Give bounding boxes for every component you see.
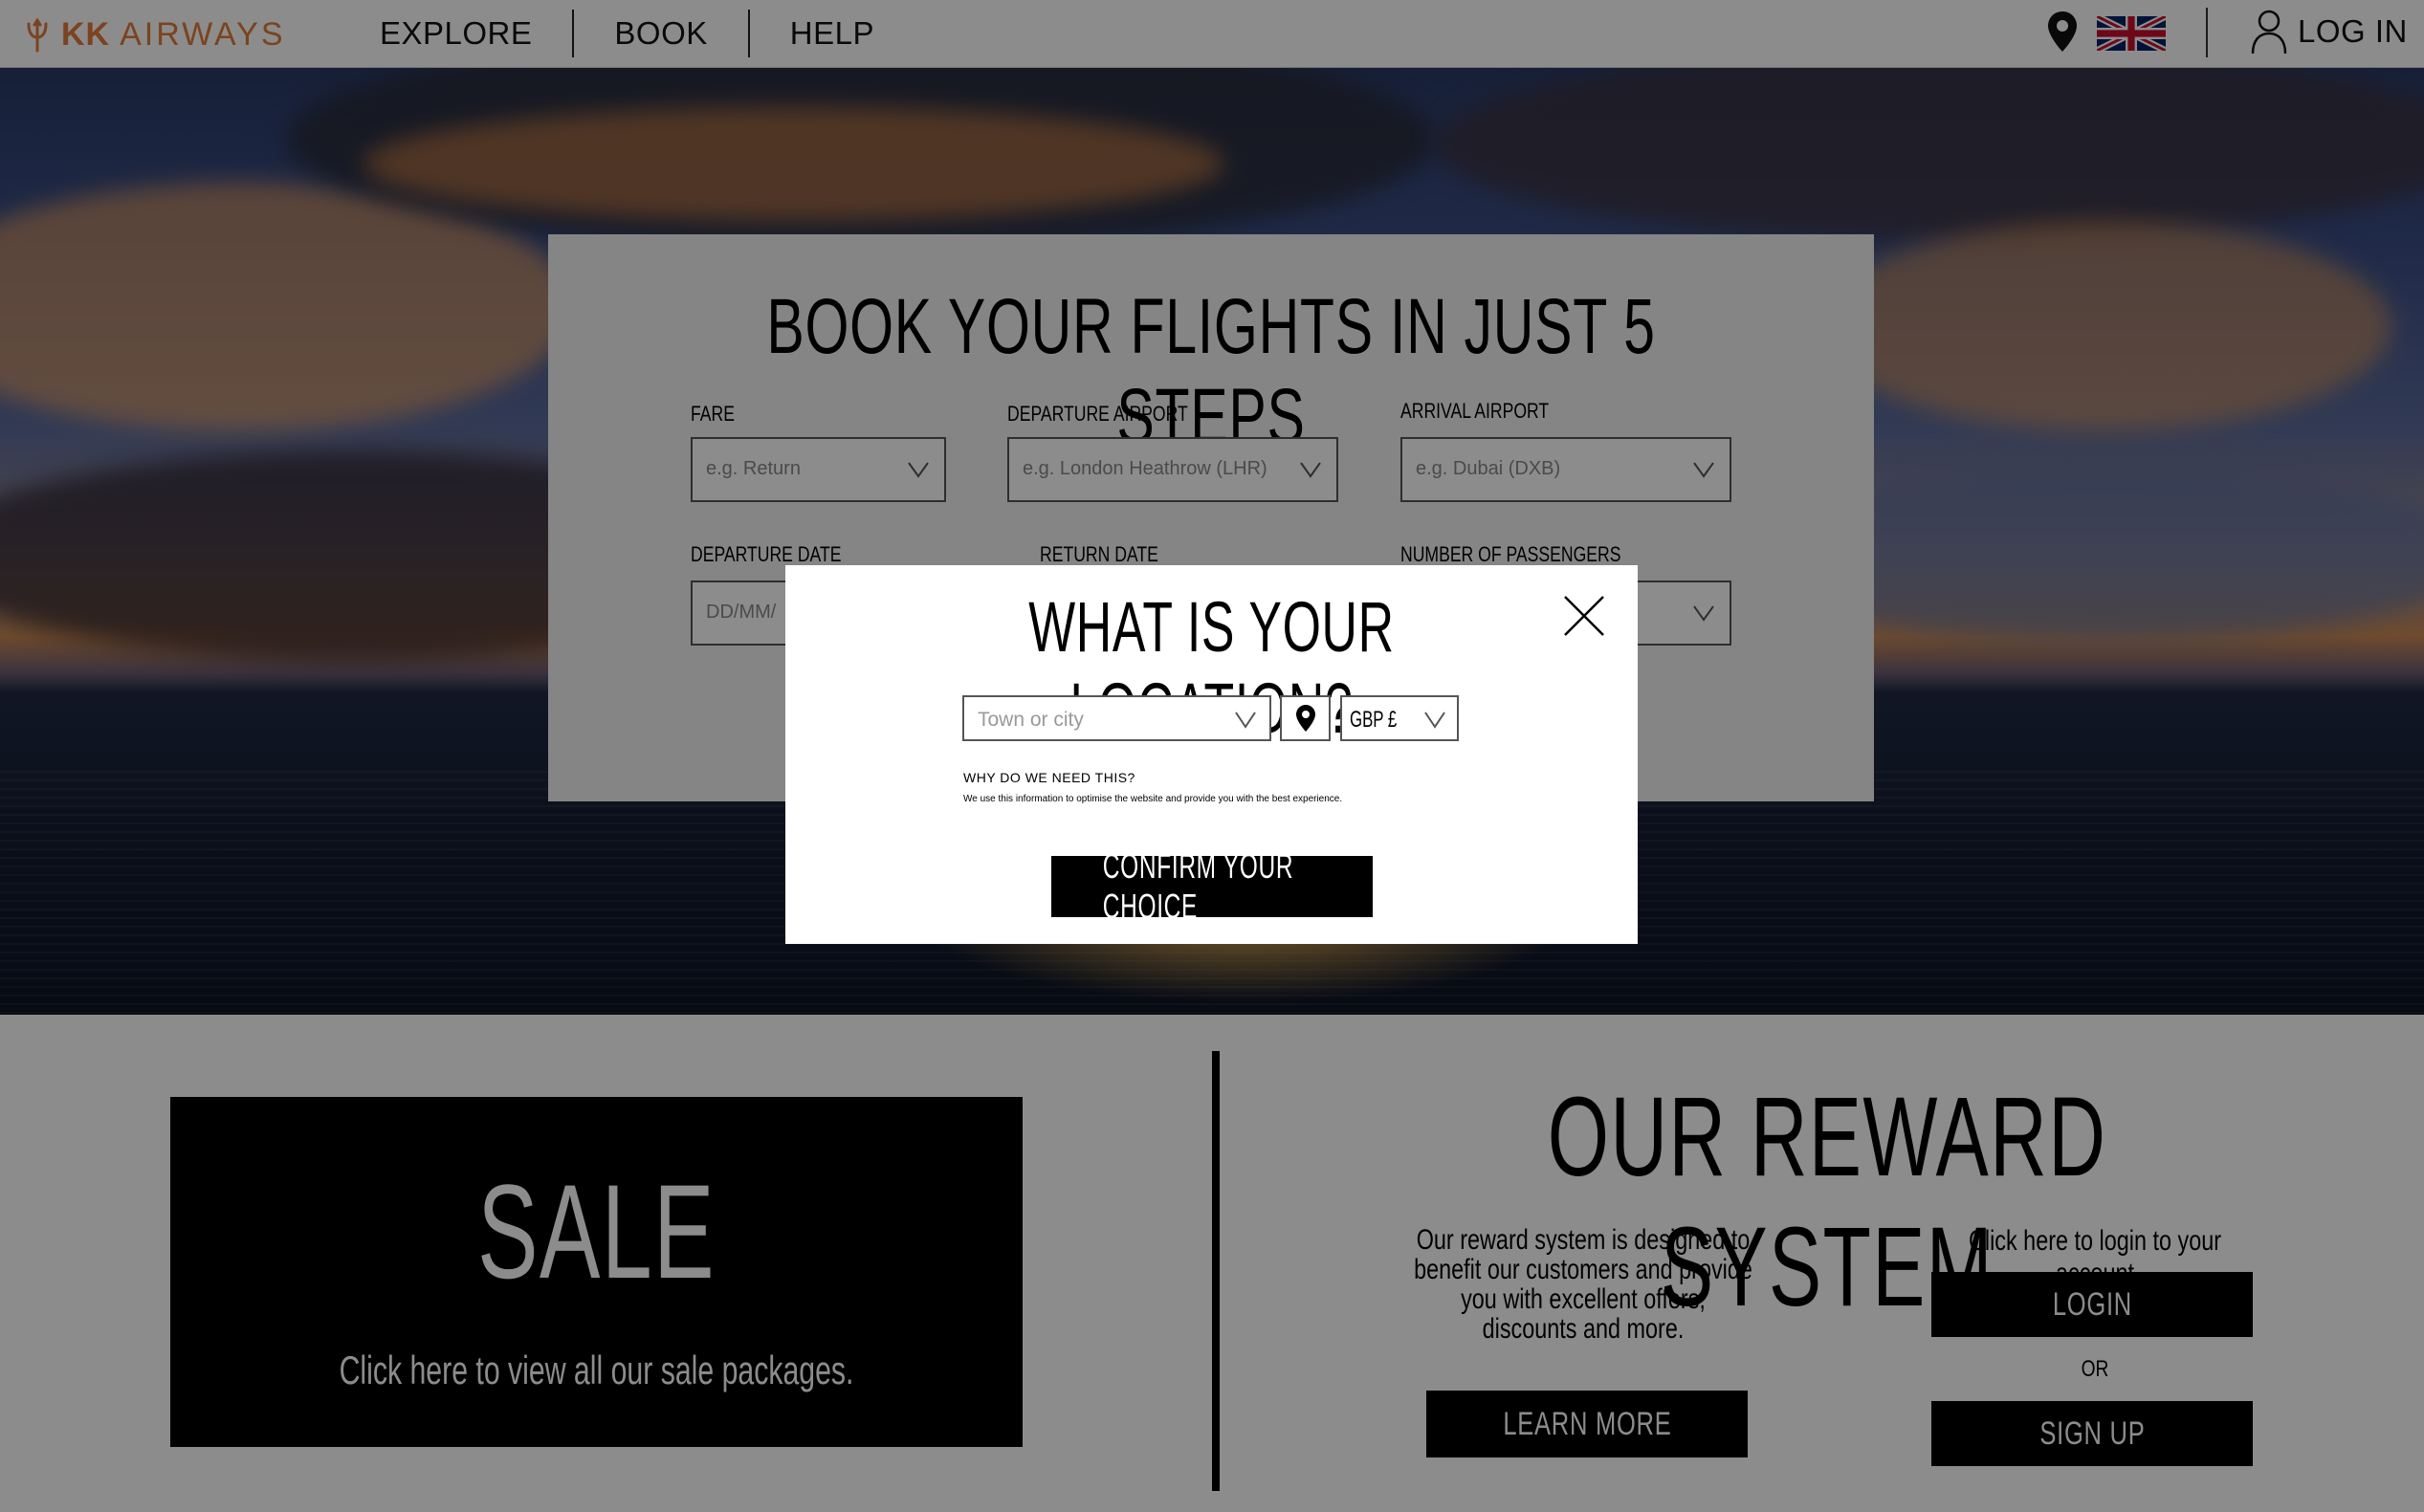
signup-label: SIGN UP	[2038, 1414, 2146, 1452]
use-location-button[interactable]	[1280, 695, 1331, 741]
learn-more-button[interactable]: LEARN MORE	[1426, 1391, 1748, 1457]
city-select[interactable]: Town or city	[962, 695, 1271, 741]
city-placeholder: Town or city	[978, 709, 1084, 731]
return-date-label: RETURN DATE	[1040, 542, 1158, 566]
fare-select[interactable]: e.g. Return	[691, 437, 946, 502]
site-header: KK AIRWAYS EXPLORE BOOK HELP LOG IN	[0, 0, 2424, 68]
confirm-button[interactable]: CONFIRM YOUR CHOICE	[1051, 846, 1373, 926]
nav-explore[interactable]: EXPLORE	[340, 10, 572, 57]
chevron-down-icon	[908, 462, 929, 478]
chevron-down-icon	[1300, 462, 1321, 478]
departure-date-placeholder: DD/MM/	[706, 602, 777, 623]
section-divider	[1212, 1051, 1220, 1491]
cloud	[1435, 68, 2424, 240]
why-text: We use this information to optimise the …	[963, 794, 1343, 804]
cloud	[364, 106, 1224, 221]
chevron-down-icon	[1693, 462, 1714, 478]
logo-text: AIRWAYS	[120, 15, 286, 53]
location-pin-icon	[1295, 705, 1315, 732]
departure-date-label: DEPARTURE DATE	[691, 542, 842, 566]
passengers-label: NUMBER OF PASSENGERS	[1400, 542, 1621, 566]
uk-flag-icon[interactable]	[2097, 16, 2166, 51]
close-icon[interactable]	[1562, 594, 1606, 638]
arrival-airport-placeholder: e.g. Dubai (DXB)	[1416, 458, 1561, 479]
why-title: WHY DO WE NEED THIS?	[963, 770, 1135, 785]
location-modal: WHAT IS YOUR LOCATION? Town or city GBP …	[785, 565, 1638, 944]
reward-login-label: LOGIN	[2052, 1285, 2132, 1323]
departure-airport-placeholder: e.g. London Heathrow (LHR)	[1023, 458, 1267, 479]
arrival-airport-label: ARRIVAL AIRPORT	[1400, 399, 1550, 423]
location-pin-icon[interactable]	[2045, 10, 2080, 54]
chevron-down-icon	[1235, 712, 1256, 729]
departure-airport-label: DEPARTURE AIRPORT	[1007, 402, 1188, 426]
learn-more-label: LEARN MORE	[1502, 1405, 1672, 1442]
signup-button[interactable]: SIGN UP	[1931, 1401, 2253, 1466]
confirm-label: CONFIRM YOUR CHOICE	[1102, 846, 1294, 926]
sale-text: Click here to view all our sale packages…	[339, 1348, 854, 1392]
reward-login-button[interactable]: LOGIN	[1931, 1272, 2253, 1337]
cloud	[1818, 221, 2391, 431]
sale-title: SALE	[477, 1156, 716, 1306]
arrival-airport-select[interactable]: e.g. Dubai (DXB)	[1400, 437, 1731, 502]
header-divider	[2206, 8, 2208, 57]
fare-placeholder: e.g. Return	[706, 458, 801, 479]
main-nav: EXPLORE BOOK HELP	[340, 10, 915, 57]
user-icon[interactable]	[2250, 8, 2288, 55]
lower-section: SALE Click here to view all our sale pac…	[0, 1015, 2424, 1512]
nav-help[interactable]: HELP	[750, 10, 915, 57]
currency-value: GBP £	[1350, 707, 1398, 733]
or-separator: OR	[2081, 1356, 2109, 1382]
login-link[interactable]: LOG IN	[2298, 13, 2408, 50]
departure-airport-select[interactable]: e.g. London Heathrow (LHR)	[1007, 437, 1338, 502]
booking-title: BOOK YOUR FLIGHTS IN JUST 5 STEPS	[766, 283, 1656, 460]
currency-select[interactable]: GBP £	[1340, 695, 1459, 741]
fare-label: FARE	[691, 402, 735, 426]
logo-bold-text: KK	[61, 15, 111, 53]
trident-logo-icon	[27, 18, 48, 53]
chevron-down-icon	[1424, 712, 1445, 729]
logo[interactable]: KK AIRWAYS	[23, 13, 286, 55]
sale-banner[interactable]: SALE Click here to view all our sale pac…	[170, 1097, 1023, 1447]
reward-description: Our reward system is designed to benefit…	[1414, 1224, 1752, 1345]
chevron-down-icon	[1693, 605, 1714, 622]
nav-book[interactable]: BOOK	[574, 10, 747, 57]
